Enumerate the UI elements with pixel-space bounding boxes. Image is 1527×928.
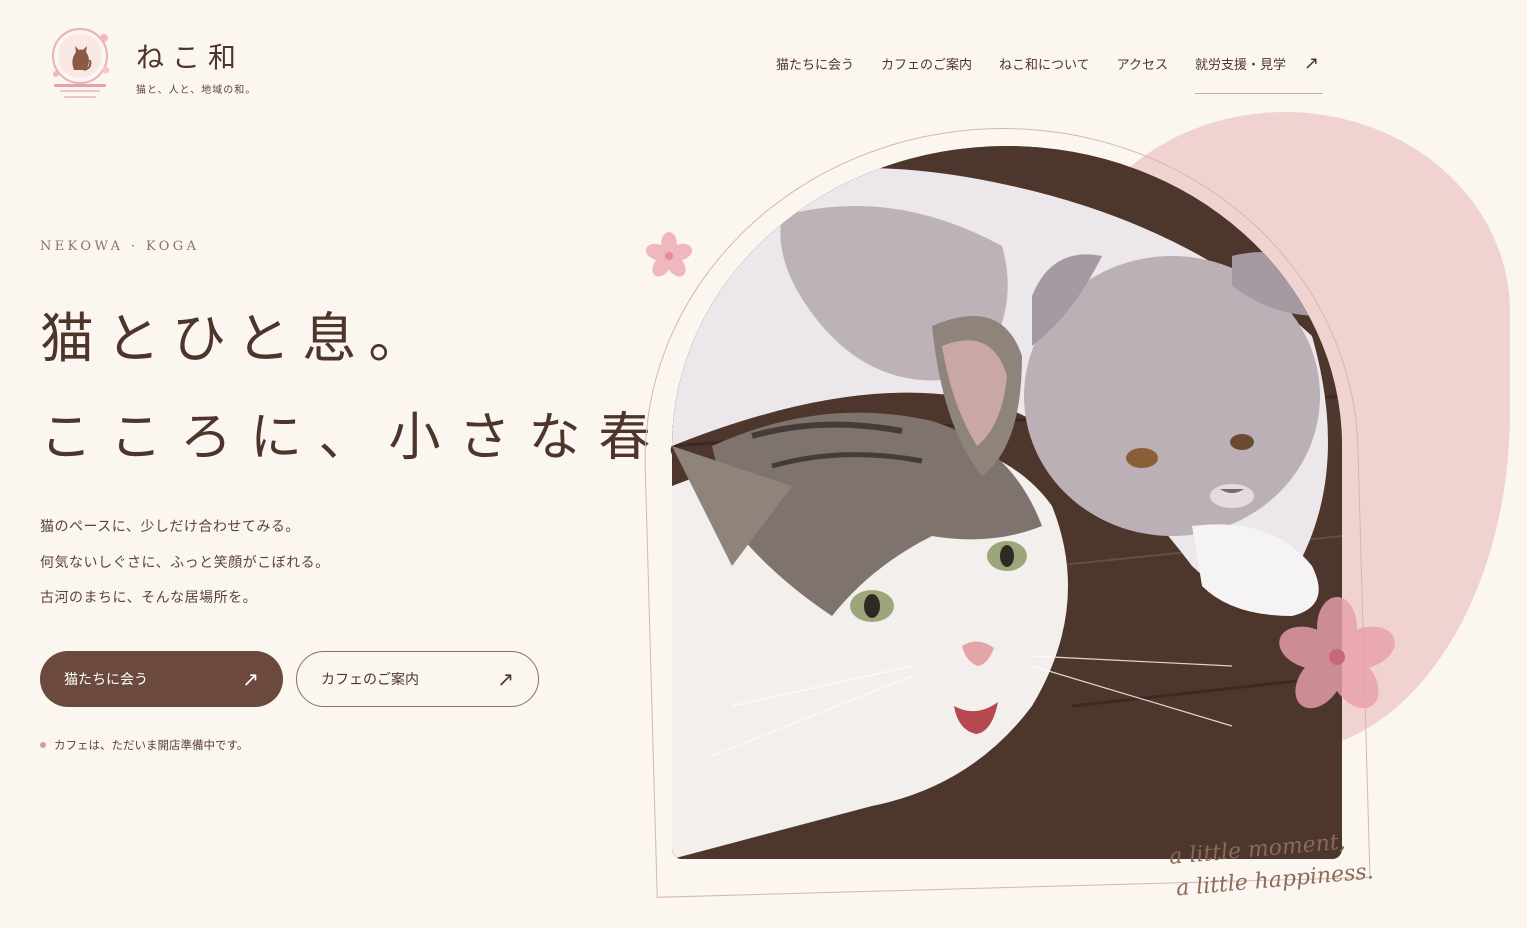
- lead-line: 古河のまちに、そんな居場所を。: [40, 590, 258, 606]
- dot-icon: [40, 742, 46, 748]
- page: ねこ和 猫と、人と、地域の和。 猫たちに会う カフェのご案内 ねこ和について ア…: [0, 0, 1527, 928]
- nav-cta-label: 就労支援・見学: [1195, 58, 1287, 73]
- cherry-blossom-icon: [645, 232, 693, 277]
- cafe-guide-button[interactable]: カフェのご案内 ↗: [296, 651, 539, 707]
- hero-eyebrow: NEKOWA · KOGA: [40, 239, 200, 254]
- arrow-up-right-icon: ↗: [1304, 52, 1320, 74]
- meet-cats-button-label: 猫たちに会う: [64, 672, 148, 688]
- arrow-up-right-icon: ↗: [242, 667, 259, 691]
- cherry-blossom-icon: [1279, 597, 1395, 709]
- lead-line: 猫のペースに、少しだけ合わせてみる。: [40, 519, 300, 535]
- meet-cats-button[interactable]: 猫たちに会う ↗: [40, 651, 283, 707]
- nav-cta-employment-support[interactable]: 就労支援・見学 ↗: [1195, 52, 1324, 94]
- opening-notice: カフェは、ただいま開店準備中です。: [40, 737, 248, 753]
- opening-notice-text: カフェは、ただいま開店準備中です。: [54, 738, 249, 752]
- brand-tagline: 猫と、人と、地域の和。: [136, 85, 257, 96]
- nav-item-cafe-guide[interactable]: カフェのご案内: [881, 54, 972, 73]
- brand-name[interactable]: ねこ和: [136, 36, 244, 76]
- lead-line: 何気ないしぐさに、ふっと笑顔がこぼれる。: [40, 554, 330, 571]
- hero-lead: 猫のペースに、少しだけ合わせてみる。 何気ないしぐさに、ふっと笑顔がこぼれる。 …: [40, 510, 330, 617]
- two-cats-photo: [672, 146, 1342, 859]
- main-nav: 猫たちに会う カフェのご案内 ねこ和について アクセス 就労支援・見学 ↗: [776, 52, 1324, 94]
- cat-logo-icon[interactable]: [44, 26, 116, 102]
- nav-item-about[interactable]: ねこ和について: [999, 54, 1090, 73]
- hero-headline-line2: こころに、小さな春。: [40, 408, 739, 468]
- nav-item-access[interactable]: アクセス: [1117, 54, 1168, 73]
- nav-item-meet-cats[interactable]: 猫たちに会う: [776, 54, 854, 73]
- hero-headline-line1: 猫とひと息。: [40, 307, 435, 370]
- arrow-up-right-icon: ↗: [497, 667, 514, 691]
- cafe-guide-button-label: カフェのご案内: [321, 672, 419, 688]
